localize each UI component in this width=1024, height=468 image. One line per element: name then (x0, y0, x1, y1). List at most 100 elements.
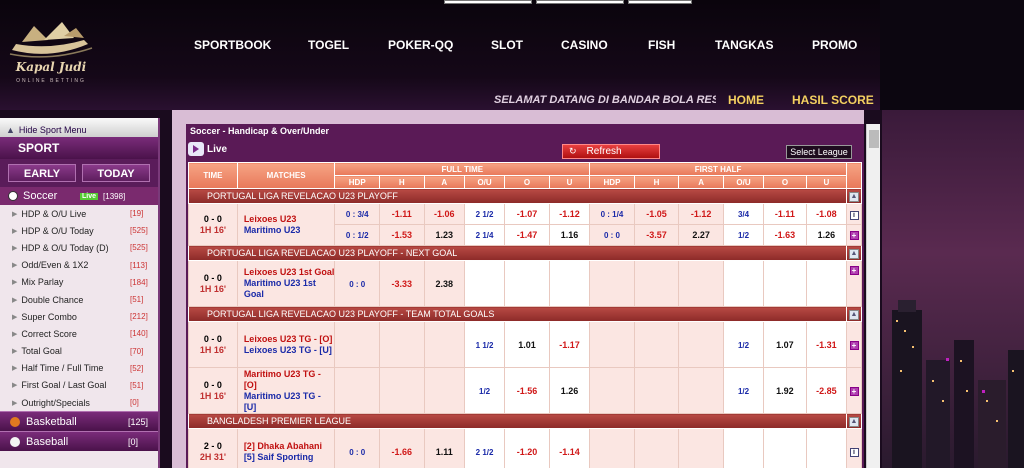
fh-hdp-line: 0 : 1/4 (600, 210, 624, 219)
nav-casino[interactable]: CASINO (561, 38, 608, 52)
home-icon: ▲ (6, 124, 15, 135)
fh-odds-home[interactable]: -1.05 (633, 203, 680, 225)
fh-odds-under[interactable]: -2.85 (805, 367, 848, 414)
fh-odds-away[interactable]: 2.27 (678, 224, 724, 246)
odds-home[interactable]: -1.66 (379, 428, 425, 468)
info-icon[interactable]: i (849, 448, 859, 457)
minute: 1H 16' (199, 344, 226, 355)
menu-item[interactable]: ▶ Double Chance [51] (0, 291, 158, 308)
odds-away[interactable]: 2.38 (423, 260, 465, 307)
sport-basketball[interactable]: Basketball [125] (0, 411, 158, 432)
fh-odds-over[interactable]: -1.63 (763, 224, 807, 246)
hdp-line: 0 : 3/4 (345, 210, 369, 219)
odds-home[interactable]: -1.11 (379, 203, 425, 225)
bullet-icon: ▶ (12, 382, 18, 390)
sport-baseball[interactable]: Baseball [0] (0, 431, 158, 452)
collapse-icon[interactable]: ▲ (849, 249, 860, 259)
menu-item[interactable]: ▶ HDP & O/U Live [19] (0, 205, 158, 222)
refresh-button[interactable]: ↻ Refresh (562, 144, 660, 159)
select-league-button[interactable]: Select League (786, 145, 852, 159)
odds-over[interactable]: -1.20 (504, 428, 550, 468)
bullet-icon: ▶ (12, 313, 18, 321)
fh-odds-under[interactable]: -1.08 (805, 203, 848, 225)
fh-odds-home[interactable]: -3.57 (633, 224, 680, 246)
score: 0 - 0 (203, 213, 222, 224)
nav-fish[interactable]: FISH (648, 38, 675, 52)
fh-odds-over[interactable]: 1.07 (763, 321, 807, 368)
menu-item[interactable]: ▶ Half Time / Full Time [52] (0, 360, 158, 377)
more-bets-icon[interactable]: + (849, 266, 859, 275)
more-bets-icon[interactable]: + (849, 386, 859, 396)
odds-away[interactable]: -1.06 (423, 203, 465, 225)
sport-soccer[interactable]: Soccer Live [1398] (0, 187, 158, 205)
odds-away[interactable]: 1.11 (423, 428, 465, 468)
nav-tangkas[interactable]: TANGKAS (715, 38, 773, 52)
match-time: 0 - 0 1H 16' (188, 367, 238, 414)
more-bets-icon[interactable]: + (849, 340, 859, 350)
hide-sport-menu[interactable]: ▲ Hide Sport Menu (0, 118, 158, 137)
col-fh-a: A (678, 175, 724, 189)
nav-sportbook[interactable]: SPORTBOOK (194, 38, 271, 52)
site-logo[interactable]: Kapal Judi ONLINE BETTING (4, 16, 96, 88)
panel-scrollbar[interactable] (866, 124, 880, 468)
info-icon[interactable]: i (849, 210, 859, 220)
results-link[interactable]: HASIL SCORE (792, 93, 874, 107)
fh-odds-under[interactable]: -1.31 (805, 321, 848, 368)
menu-item-count: [212] (130, 312, 148, 322)
username-input[interactable] (444, 0, 532, 4)
odds-away[interactable]: 1.23 (423, 224, 465, 246)
tab-today[interactable]: TODAY (82, 164, 150, 182)
home-link[interactable]: HOME (728, 93, 764, 107)
collapse-icon[interactable]: ▲ (849, 310, 860, 320)
menu-item[interactable]: ▶ Correct Score [140] (0, 325, 158, 342)
menu-item[interactable]: ▶ First Goal / Last Goal [51] (0, 377, 158, 394)
home-team: [2] Dhaka Abahani (243, 440, 322, 451)
collapse-icon[interactable]: ▲ (849, 417, 860, 427)
nav-togel[interactable]: TOGEL (308, 38, 349, 52)
col-ou: O/U (463, 175, 506, 189)
fh-odds-over[interactable]: -1.11 (763, 203, 807, 225)
league-row: PORTUGAL LIGA REVELACAO U23 PLAYOFF - NE… (187, 245, 862, 261)
odds-over[interactable]: -1.07 (504, 203, 550, 225)
odds-panel: Soccer - Handicap & Over/Under Live ↻ Re… (186, 124, 864, 468)
collapse-icon[interactable]: ▲ (849, 192, 860, 202)
menu-item[interactable]: ▶ Super Combo [212] (0, 308, 158, 325)
nav-slot[interactable]: SLOT (491, 38, 523, 52)
captcha-input[interactable] (628, 0, 692, 4)
menu-item[interactable]: ▶ HDP & O/U Today (D) [525] (0, 239, 158, 256)
menu-item[interactable]: ▶ Odd/Even & 1X2 [113] (0, 257, 158, 274)
more-bets-icon[interactable]: + (849, 231, 859, 240)
odds-home[interactable]: -3.33 (379, 260, 425, 307)
odds-over[interactable]: -1.47 (504, 224, 550, 246)
odds-under[interactable]: -1.14 (548, 428, 591, 468)
menu-item[interactable]: ▶ HDP & O/U Today [525] (0, 222, 158, 239)
odds-under[interactable]: 1.16 (548, 224, 591, 246)
ou-line: 2 1/4 (475, 231, 494, 240)
sport-label: Baseball (26, 435, 69, 448)
away-team: Maritimo U23 TG - [U] (243, 390, 321, 412)
odds-under[interactable]: 1.26 (548, 367, 591, 414)
menu-item[interactable]: ▶ Mix Parlay [184] (0, 274, 158, 291)
odds-over[interactable]: 1.01 (504, 321, 550, 368)
baseball-icon (10, 436, 20, 447)
menu-item[interactable]: ▶ Total Goal [70] (0, 343, 158, 360)
odds-home[interactable]: -1.53 (379, 224, 425, 246)
odds-under[interactable]: -1.12 (548, 203, 591, 225)
nav-poker-qq[interactable]: POKER-QQ (388, 38, 453, 52)
tab-early[interactable]: EARLY (8, 164, 76, 182)
menu-item[interactable]: ▶ Outright/Specials [0] (0, 394, 158, 411)
fh-odds-under[interactable]: 1.26 (805, 224, 848, 246)
city-skyline-icon (892, 300, 1024, 468)
odds-over[interactable]: -1.56 (504, 367, 550, 414)
nav-promo[interactable]: PROMO (812, 38, 857, 52)
password-input[interactable] (536, 0, 624, 4)
match-time: 0 - 0 1H 16' (188, 260, 238, 307)
match-row: 0 - 0 1H 16' Leixoes U23 1st Goal Maritim… (188, 260, 862, 307)
col-fh-ou: O/U (722, 175, 765, 189)
col-o: O (504, 175, 550, 189)
scrollbar-thumb[interactable] (869, 130, 879, 148)
odds-under[interactable]: -1.17 (548, 321, 591, 368)
minute: 2H 31' (199, 451, 226, 462)
fh-odds-over[interactable]: 1.92 (763, 367, 807, 414)
fh-odds-away[interactable]: -1.12 (678, 203, 724, 225)
